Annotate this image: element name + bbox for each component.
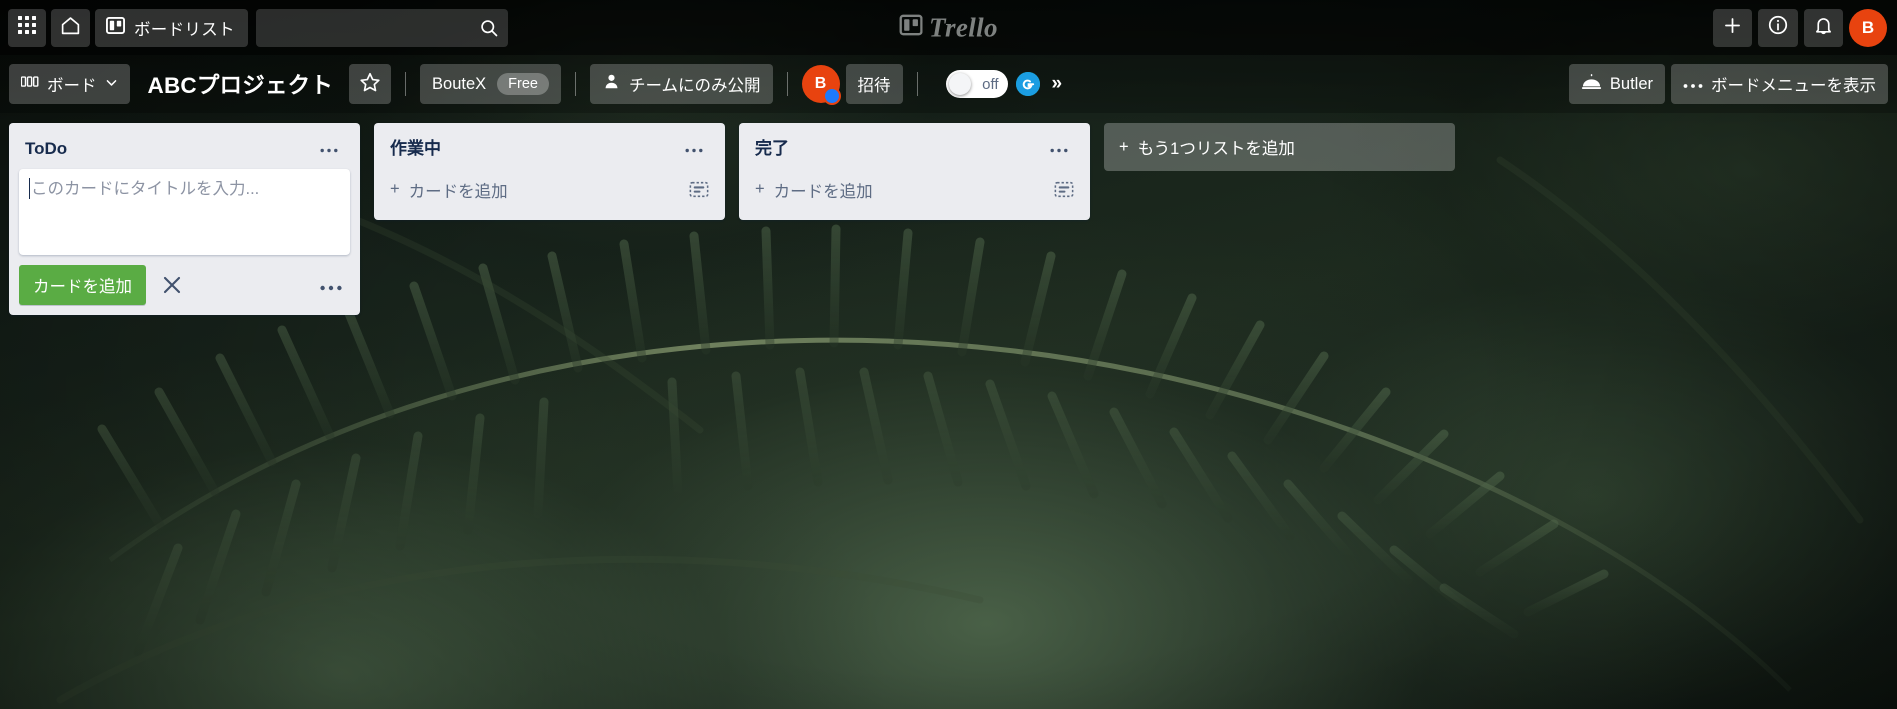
composer-more-icon[interactable] — [312, 275, 350, 295]
team-person-icon — [602, 72, 621, 96]
global-header: ボードリスト Trello B — [0, 0, 1897, 55]
header-divider — [405, 72, 407, 96]
add-card-label: カードを追加 — [408, 182, 508, 201]
workspace-button[interactable]: BouteX Free — [420, 64, 561, 104]
board-icon — [106, 16, 125, 40]
composer-actions: カードを追加 — [17, 264, 352, 307]
header-divider-2 — [575, 72, 576, 96]
toggle-state-label: off — [982, 75, 999, 93]
boards-menu-label: ボード — [47, 77, 97, 95]
text-caret — [29, 177, 30, 199]
search-box[interactable] — [255, 8, 508, 47]
list-header-todo: ToDo — [17, 131, 352, 169]
list-menu-icon[interactable] — [314, 140, 344, 155]
search-icon[interactable] — [478, 17, 500, 39]
home-button[interactable] — [51, 8, 90, 47]
show-more-chevron-icon[interactable]: » — [1052, 73, 1063, 95]
board-small-icon — [20, 74, 39, 95]
butler-button[interactable]: Butler — [1568, 64, 1665, 104]
list-todo: ToDo このカードにタイトルを入力... カードを追加 — [9, 123, 360, 315]
grammarly-toggle[interactable]: off — [945, 70, 1008, 98]
star-board-button[interactable] — [349, 64, 392, 104]
apps-grid-button[interactable] — [8, 8, 46, 47]
global-header-actions: B — [1713, 8, 1889, 47]
plus-icon: + — [1119, 137, 1129, 156]
user-avatar[interactable]: B — [1849, 8, 1887, 47]
list-title-in-progress[interactable]: 作業中 — [390, 139, 441, 159]
board-title: ABCプロジェクト — [147, 73, 334, 98]
board-menu-button[interactable]: ボードメニューを表示 — [1671, 64, 1888, 104]
visibility-button[interactable]: チームにのみ公開 — [590, 64, 773, 104]
add-card-row[interactable]: + カードを追加 — [382, 169, 717, 212]
info-button[interactable] — [1758, 8, 1798, 47]
add-card-label: カードを追加 — [773, 182, 873, 201]
add-list-label: もう1つリストを追加 — [1137, 140, 1295, 158]
card-composer[interactable]: このカードにタイトルを入力... — [19, 168, 350, 255]
star-icon — [359, 71, 381, 98]
ellipsis-icon — [1683, 75, 1703, 94]
plan-badge: Free — [497, 73, 549, 95]
plus-icon — [1722, 15, 1743, 41]
list-title-done[interactable]: 完了 — [755, 139, 789, 159]
invite-button[interactable]: 招待 — [845, 64, 903, 104]
list-menu-icon[interactable] — [1044, 140, 1074, 155]
boards-list-label: ボードリスト — [134, 20, 235, 39]
card-title-input-wrapper[interactable]: このカードにタイトルを入力... — [29, 177, 340, 200]
plus-icon: + — [755, 180, 765, 199]
boards-menu-button[interactable]: ボード — [9, 64, 130, 104]
workspace-name: BouteX — [432, 74, 487, 93]
board-header-right-actions: Butler ボードメニューを表示 — [1568, 64, 1888, 104]
add-card-label-wrapper: + カードを追加 — [755, 178, 873, 202]
board-header: ボード ABCプロジェクト BouteX Free チームにのみ公開 B 招待 … — [0, 55, 1897, 113]
card-title-placeholder: このカードにタイトルを入力... — [31, 179, 260, 198]
trello-wordmark: Trello — [929, 12, 998, 42]
trello-mark-icon — [899, 14, 923, 42]
power-up-toggle-group: off » — [945, 70, 1063, 98]
visibility-label: チームにのみ公開 — [629, 77, 761, 95]
chevron-down-icon — [105, 75, 118, 94]
board-member-avatar[interactable]: B — [801, 65, 841, 105]
list-menu-icon[interactable] — [679, 140, 709, 155]
home-icon — [60, 15, 81, 41]
plus-icon: + — [390, 180, 400, 199]
butler-dome-icon — [1581, 73, 1602, 96]
add-card-label-wrapper: + カードを追加 — [390, 178, 508, 202]
invite-label: 招待 — [857, 77, 891, 95]
list-in-progress: 作業中 + カードを追加 — [374, 123, 725, 220]
apps-grid-icon — [17, 15, 37, 40]
card-template-icon[interactable] — [689, 180, 709, 199]
add-card-submit-button[interactable]: カードを追加 — [19, 264, 146, 305]
add-button[interactable] — [1713, 8, 1752, 47]
board-menu-label: ボードメニューを表示 — [1711, 77, 1876, 95]
add-list-button[interactable]: + もう1つリストを追加 — [1104, 123, 1455, 171]
trello-logo: Trello — [899, 12, 998, 43]
header-divider-4 — [916, 72, 918, 96]
info-icon — [1767, 14, 1789, 41]
bell-icon — [1813, 15, 1834, 41]
list-title-todo[interactable]: ToDo — [25, 139, 67, 159]
list-header-done: 完了 — [747, 131, 1082, 169]
notifications-button[interactable] — [1804, 8, 1843, 47]
add-card-row[interactable]: + カードを追加 — [747, 169, 1082, 212]
grammarly-icon[interactable] — [1015, 72, 1040, 96]
boards-list-button[interactable]: ボードリスト — [95, 8, 248, 47]
search-input[interactable] — [255, 8, 508, 47]
close-composer-icon[interactable] — [160, 273, 184, 297]
board-canvas: ToDo このカードにタイトルを入力... カードを追加 作業中 + カードを追… — [0, 113, 1897, 709]
toggle-knob — [948, 73, 971, 95]
list-header-in-progress: 作業中 — [382, 131, 717, 169]
header-divider-3 — [786, 72, 788, 96]
list-done: 完了 + カードを追加 — [739, 123, 1090, 220]
butler-label: Butler — [1609, 74, 1653, 93]
card-template-icon[interactable] — [1054, 180, 1074, 199]
